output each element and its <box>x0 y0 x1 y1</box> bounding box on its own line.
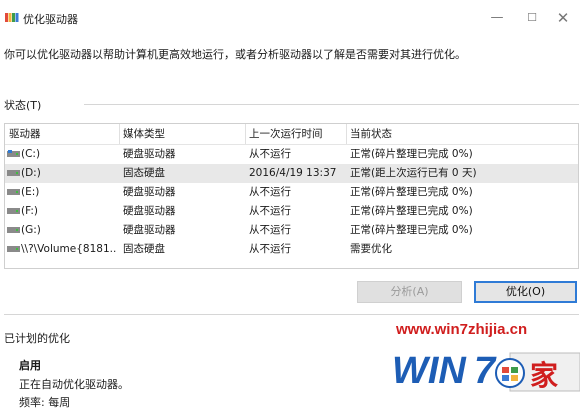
status-divider <box>84 104 579 105</box>
media-type: 固态硬盘 <box>123 167 165 179</box>
current-status: 正常(碎片整理已完成 0%) <box>350 224 473 236</box>
close-button[interactable]: ✕ <box>548 8 578 28</box>
drive-icon <box>7 189 20 195</box>
watermark: www.win7zhijia.cn WIN 7 家 <box>386 321 580 397</box>
last-run: 2016/4/19 13:37 <box>249 167 337 179</box>
current-status: 需要优化 <box>350 243 392 255</box>
title-bar: 优化驱动器 — ☐ ✕ <box>0 0 582 34</box>
media-type: 硬盘驱动器 <box>123 205 176 217</box>
status-section-label: 状态(T) <box>4 99 42 112</box>
drive-list[interactable]: 驱动器 媒体类型 上一次运行时间 当前状态 (C:) 硬盘驱动器 从不运行 正常(碎片… <box>4 123 579 269</box>
window-title: 优化驱动器 <box>23 13 78 26</box>
current-status: 正常(碎片整理已完成 0%) <box>350 186 473 198</box>
optimize-button[interactable]: 优化(O) <box>474 281 577 303</box>
scheduled-description: 正在自动优化驱动器。 <box>19 378 129 391</box>
drive-row[interactable]: \\?\Volume{8181... 固态硬盘 从不运行 需要优化 <box>5 240 578 259</box>
media-type: 硬盘驱动器 <box>123 224 176 236</box>
drive-row[interactable]: (E:) 硬盘驱动器 从不运行 正常(碎片整理已完成 0%) <box>5 183 578 202</box>
drive-name: \\?\Volume{8181... <box>21 243 117 255</box>
drive-list-header: 驱动器 媒体类型 上一次运行时间 当前状态 <box>5 124 578 145</box>
minimize-button[interactable]: — <box>482 8 512 28</box>
last-run: 从不运行 <box>249 148 291 160</box>
scheduled-section-label: 已计划的优化 <box>4 332 70 345</box>
system-drive-icon <box>7 150 20 157</box>
analyze-button[interactable]: 分析(A) <box>357 281 462 303</box>
drive-name: (C:) <box>21 148 41 160</box>
drive-name: (G:) <box>21 224 41 236</box>
drive-row[interactable]: (F:) 硬盘驱动器 从不运行 正常(碎片整理已完成 0%) <box>5 202 578 221</box>
media-type: 硬盘驱动器 <box>123 148 176 160</box>
svg-text:7: 7 <box>474 350 497 392</box>
svg-text:WIN: WIN <box>392 350 467 392</box>
last-run: 从不运行 <box>249 243 291 255</box>
drive-icon <box>7 208 20 214</box>
defrag-app-icon <box>5 13 19 22</box>
scheduled-frequency: 频率: 每周 <box>19 396 71 409</box>
last-run: 从不运行 <box>249 224 291 236</box>
media-type: 固态硬盘 <box>123 243 165 255</box>
svg-text:家: 家 <box>530 359 558 392</box>
current-status: 正常(碎片整理已完成 0%) <box>350 148 473 160</box>
media-type: 硬盘驱动器 <box>123 186 176 198</box>
column-header-drive[interactable]: 驱动器 <box>5 124 119 144</box>
current-status: 正常(距上次运行已有 0 天) <box>350 167 477 179</box>
scheduled-divider <box>4 314 579 315</box>
win7-logo-icon: WIN 7 家 <box>392 350 580 392</box>
drive-name: (E:) <box>21 186 40 198</box>
drive-icon <box>7 246 20 252</box>
column-header-current-status[interactable]: 当前状态 <box>346 124 578 144</box>
drive-name: (D:) <box>21 167 41 179</box>
drive-row[interactable]: (G:) 硬盘驱动器 从不运行 正常(碎片整理已完成 0%) <box>5 221 578 240</box>
last-run: 从不运行 <box>249 205 291 217</box>
watermark-url: www.win7zhijia.cn <box>396 321 528 338</box>
scheduled-status: 启用 <box>19 359 41 372</box>
drive-row[interactable]: (D:) 固态硬盘 2016/4/19 13:37 正常(距上次运行已有 0 天) <box>5 164 578 183</box>
drive-row[interactable]: (C:) 硬盘驱动器 从不运行 正常(碎片整理已完成 0%) <box>5 145 578 164</box>
column-header-media-type[interactable]: 媒体类型 <box>119 124 245 144</box>
window-description: 你可以优化驱动器以帮助计算机更高效地运行，或者分析驱动器以了解是否需要对其进行优… <box>4 48 466 61</box>
drive-icon <box>7 227 20 233</box>
maximize-button[interactable]: ☐ <box>517 8 547 28</box>
column-header-last-run[interactable]: 上一次运行时间 <box>245 124 346 144</box>
drive-icon <box>7 170 20 176</box>
last-run: 从不运行 <box>249 186 291 198</box>
current-status: 正常(碎片整理已完成 0%) <box>350 205 473 217</box>
drive-name: (F:) <box>21 205 38 217</box>
